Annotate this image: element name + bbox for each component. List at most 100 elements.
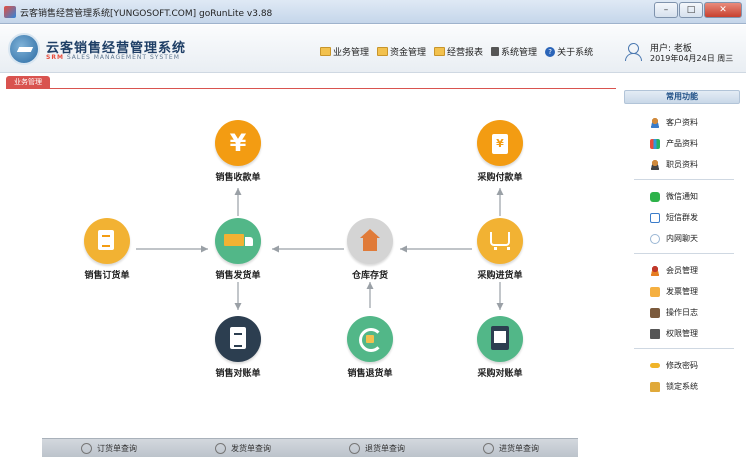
node-label: 销售发货单 [215, 271, 261, 281]
money-document-icon [477, 120, 523, 166]
node-label: 销售退货单 [347, 369, 393, 379]
nav-business-management[interactable]: 业务管理 [320, 45, 369, 58]
sidebar-item-permission[interactable]: 权限管理 [624, 323, 740, 344]
nav-about-system[interactable]: ? 关于系统 [545, 45, 593, 58]
sidebar-item-label: 操作日志 [666, 308, 698, 317]
clipboard-icon [215, 316, 261, 362]
house-icon [347, 218, 393, 264]
sms-icon [650, 212, 660, 223]
sidebar-divider [634, 179, 734, 180]
sidebar-item-member[interactable]: 会员管理 [624, 260, 740, 281]
product-icon [650, 138, 660, 149]
purchase-query-button[interactable]: 进货单查询 [444, 439, 578, 457]
app-header: 云客销售经营管理系统 SRM SALES MANAGEMENT SYSTEM 业… [0, 25, 746, 73]
window-titlebar: 云客销售经营管理系统[YUNGOSOFT.COM] goRunLite v3.8… [0, 0, 746, 24]
chat-icon [650, 233, 660, 244]
delivery-query-button[interactable]: 发货单查询 [176, 439, 310, 457]
close-button[interactable]: ✕ [704, 2, 742, 18]
staff-icon [650, 159, 660, 170]
sidebar-group-management: 会员管理 发票管理 操作日志 权限管理 [624, 260, 740, 344]
app-subtitle: SRM SALES MANAGEMENT SYSTEM [46, 54, 180, 61]
node-label: 采购付款单 [477, 173, 523, 183]
window-title: 云客销售经营管理系统[YUNGOSOFT.COM] goRunLite v3.8… [20, 9, 273, 19]
help-icon: ? [545, 46, 556, 57]
folder-icon [320, 47, 331, 56]
node-sales-order[interactable]: 销售订货单 [62, 218, 152, 281]
query-label: 进货单查询 [499, 443, 539, 453]
permission-icon [650, 328, 660, 339]
key-icon [650, 363, 660, 368]
document-icon [491, 47, 500, 56]
node-label: 采购对账单 [477, 369, 523, 379]
nav-fund-management[interactable]: 资金管理 [377, 45, 426, 58]
sidebar-item-staff[interactable]: 职员资料 [624, 154, 740, 175]
sidebar-group-data: 客户资料 产品资料 职员资料 [624, 112, 740, 175]
quick-functions-sidebar: 常用功能 客户资料 产品资料 职员资料 微信通知 短信群发 内网聊天 会员管理 … [624, 90, 740, 397]
sidebar-item-lock-system[interactable]: 锁定系统 [624, 376, 740, 397]
nav-label: 系统管理 [501, 48, 538, 58]
sidebar-divider [634, 348, 734, 349]
query-bar: 订货单查询 发货单查询 退货单查询 进货单查询 [42, 438, 578, 457]
nav-label: 经营报表 [447, 48, 484, 58]
customer-icon [650, 117, 660, 128]
sidebar-item-label: 锁定系统 [666, 382, 698, 391]
sidebar-group-communication: 微信通知 短信群发 内网聊天 [624, 186, 740, 249]
nav-label: 资金管理 [390, 48, 427, 58]
sidebar-header: 常用功能 [624, 90, 740, 104]
sidebar-item-sms[interactable]: 短信群发 [624, 207, 740, 228]
sidebar-item-label: 职员资料 [666, 160, 698, 169]
node-sales-receipt[interactable]: ¥ 销售收款单 [193, 120, 283, 183]
query-label: 发货单查询 [231, 443, 271, 453]
top-navigation: 业务管理 资金管理 经营报表 系统管理 ? 关于系统 [320, 45, 593, 58]
app-icon [4, 6, 16, 18]
invoice-icon [650, 286, 660, 297]
search-icon [483, 442, 494, 454]
yen-icon: ¥ [215, 120, 261, 166]
wechat-icon [650, 191, 660, 202]
return-query-button[interactable]: 退货单查询 [310, 439, 444, 457]
node-label: 仓库存货 [351, 271, 388, 281]
sidebar-item-product[interactable]: 产品资料 [624, 133, 740, 154]
order-form-icon [84, 218, 130, 264]
checklist-icon [477, 316, 523, 362]
node-sales-delivery[interactable]: 销售发货单 [193, 218, 283, 281]
sidebar-item-label: 发票管理 [666, 287, 698, 296]
member-icon [650, 265, 660, 276]
window-controls: – □ ✕ [654, 2, 742, 18]
sidebar-item-invoice[interactable]: 发票管理 [624, 281, 740, 302]
nav-label: 业务管理 [333, 48, 370, 58]
search-icon [349, 442, 360, 454]
cart-icon [477, 218, 523, 264]
log-icon [650, 307, 660, 318]
logo-icon [8, 33, 40, 65]
sidebar-item-wechat[interactable]: 微信通知 [624, 186, 740, 207]
node-warehouse-stock[interactable]: 仓库存货 [325, 218, 415, 281]
tab-business-management[interactable]: 业务管理 [6, 76, 50, 88]
folder-icon [434, 47, 446, 56]
sidebar-item-label: 权限管理 [666, 329, 698, 338]
order-query-button[interactable]: 订货单查询 [42, 439, 176, 457]
sidebar-item-log[interactable]: 操作日志 [624, 302, 740, 323]
user-icon [624, 43, 642, 61]
node-label: 销售订货单 [84, 271, 130, 281]
search-icon [81, 442, 92, 454]
sidebar-item-customer[interactable]: 客户资料 [624, 112, 740, 133]
node-label: 销售对账单 [215, 369, 261, 379]
node-purchase-statement[interactable]: 采购对账单 [455, 316, 545, 379]
nav-system-management[interactable]: 系统管理 [491, 45, 537, 58]
maximize-button[interactable]: □ [679, 2, 703, 18]
node-label: 销售收款单 [215, 173, 261, 183]
folder-icon [377, 47, 389, 56]
search-icon [215, 442, 226, 454]
node-sales-statement[interactable]: 销售对账单 [193, 316, 283, 379]
node-purchase-receipt[interactable]: 采购进货单 [455, 218, 545, 281]
sidebar-item-change-password[interactable]: 修改密码 [624, 355, 740, 376]
nav-business-reports[interactable]: 经营报表 [434, 45, 483, 58]
query-label: 退货单查询 [365, 443, 405, 453]
sidebar-item-label: 会员管理 [666, 266, 698, 275]
node-purchase-payment[interactable]: 采购付款单 [455, 120, 545, 183]
minimize-button[interactable]: – [654, 2, 678, 18]
node-sales-return[interactable]: 销售退货单 [325, 316, 415, 379]
sidebar-item-chat[interactable]: 内网聊天 [624, 228, 740, 249]
sidebar-item-label: 产品资料 [666, 139, 698, 148]
